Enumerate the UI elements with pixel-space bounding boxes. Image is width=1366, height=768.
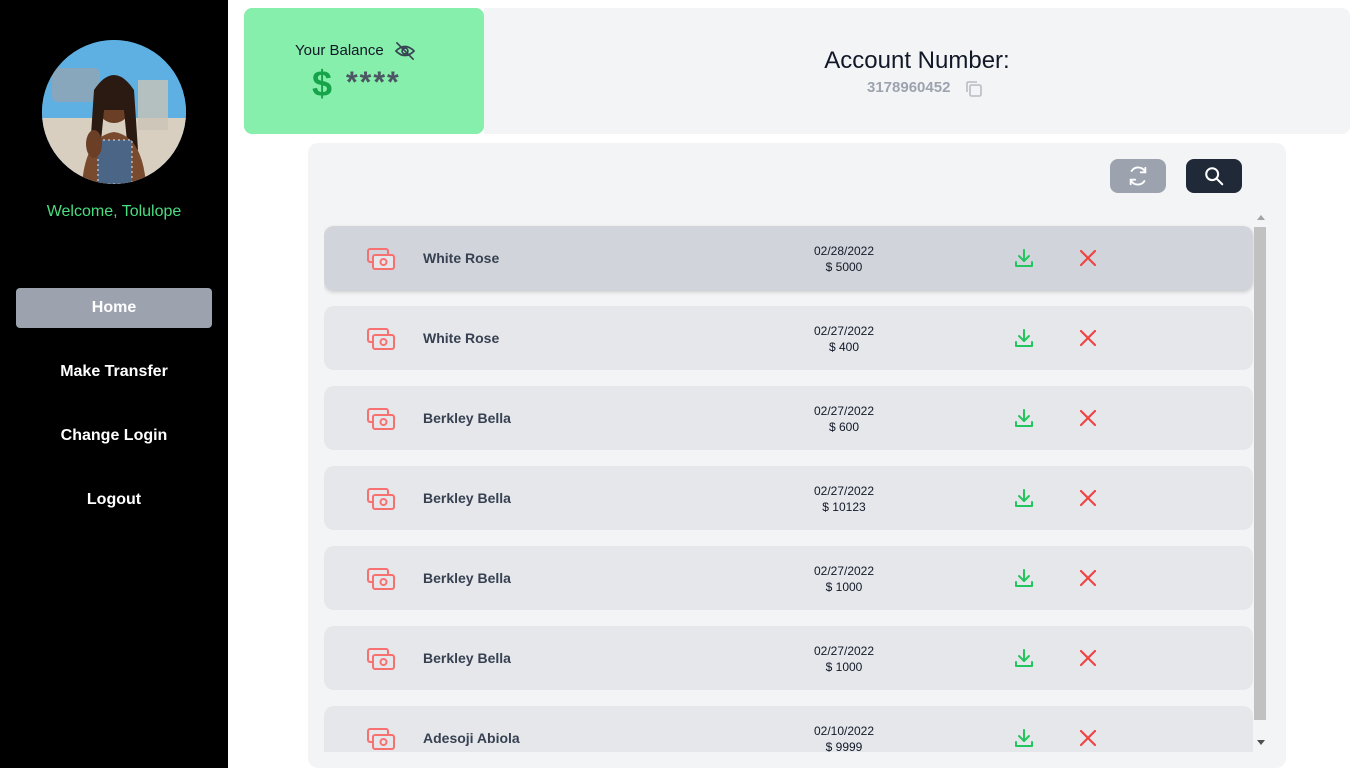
transaction-name: Adesoji Abiola: [423, 730, 520, 746]
transaction-name: Berkley Bella: [423, 570, 511, 586]
nav-make-transfer[interactable]: Make Transfer: [16, 352, 212, 392]
transaction-meta: 02/27/2022 $ 400: [784, 323, 904, 355]
account-number-value: 3178960452: [867, 79, 951, 96]
download-icon[interactable]: [1013, 727, 1035, 749]
money-icon: [366, 246, 396, 272]
transactions-panel: White Rose 02/28/2022 $ 5000 White Rose …: [308, 143, 1286, 768]
sidebar: Welcome, Tolulope Home Make Transfer Cha…: [0, 0, 228, 768]
refresh-icon: [1129, 166, 1147, 186]
download-icon[interactable]: [1013, 327, 1035, 349]
transaction-amount: $ 600: [828, 420, 860, 434]
download-icon[interactable]: [1013, 247, 1035, 269]
eye-off-icon[interactable]: [394, 41, 416, 61]
transaction-amount: $ 10123: [822, 500, 866, 514]
account-card: Account Number: 3178960452: [484, 8, 1350, 134]
transaction-date: 02/27/2022: [813, 564, 875, 578]
scroll-down-arrow-icon[interactable]: [1257, 740, 1265, 745]
transaction-meta: 02/27/2022 $ 10123: [784, 483, 904, 515]
account-number-title: Account Number:: [824, 47, 1010, 74]
transaction-meta: 02/27/2022 $ 1000: [784, 643, 904, 675]
transaction-date: 02/27/2022: [813, 404, 875, 418]
transaction-amount: $ 9999: [825, 740, 863, 752]
search-button[interactable]: [1186, 159, 1242, 193]
download-icon[interactable]: [1013, 487, 1035, 509]
transaction-date: 02/10/2022: [813, 724, 875, 738]
transaction-meta: 02/27/2022 $ 1000: [784, 563, 904, 595]
transaction-name: White Rose: [423, 330, 500, 346]
delete-icon[interactable]: [1079, 489, 1097, 507]
download-icon[interactable]: [1013, 647, 1035, 669]
money-icon: [366, 326, 396, 352]
currency-symbol: $: [312, 63, 333, 104]
scroll-thumb[interactable]: [1254, 227, 1266, 720]
delete-icon[interactable]: [1079, 569, 1097, 587]
refresh-button[interactable]: [1110, 159, 1166, 193]
transaction-meta: 02/10/2022 $ 9999: [784, 723, 904, 752]
scroll-up-arrow-icon[interactable]: [1257, 215, 1265, 220]
transaction-date: 02/27/2022: [813, 484, 875, 498]
transaction-amount: $ 400: [828, 340, 860, 354]
delete-icon[interactable]: [1079, 409, 1097, 427]
transaction-amount: $ 1000: [825, 660, 863, 674]
transaction-list-items: White Rose 02/28/2022 $ 5000 White Rose …: [324, 226, 1253, 752]
avatar-photo: [42, 40, 186, 184]
transaction-date: 02/27/2022: [813, 644, 875, 658]
transaction-meta: 02/28/2022 $ 5000: [784, 243, 904, 275]
balance-card: Your Balance $ ****: [244, 8, 484, 134]
transaction-date: 02/28/2022: [813, 244, 875, 258]
delete-icon[interactable]: [1079, 329, 1097, 347]
search-icon: [1205, 167, 1224, 186]
delete-icon[interactable]: [1079, 729, 1097, 747]
transaction-row[interactable]: Berkley Bella 02/27/2022 $ 10123: [324, 466, 1253, 530]
scrollbar[interactable]: [1254, 213, 1268, 751]
delete-icon[interactable]: [1079, 249, 1097, 267]
transaction-name: Berkley Bella: [423, 490, 511, 506]
transaction-row[interactable]: White Rose 02/27/2022 $ 400: [324, 306, 1253, 370]
welcome-text: Welcome, Tolulope: [46, 203, 182, 220]
avatar: [42, 40, 186, 184]
transaction-row[interactable]: Berkley Bella 02/27/2022 $ 1000: [324, 546, 1253, 610]
money-icon: [366, 566, 396, 592]
download-icon[interactable]: [1013, 407, 1035, 429]
transaction-list[interactable]: White Rose 02/28/2022 $ 5000 White Rose …: [324, 219, 1254, 752]
delete-icon[interactable]: [1079, 649, 1097, 667]
transaction-name: White Rose: [423, 250, 500, 266]
nav-change-login[interactable]: Change Login: [16, 416, 212, 456]
transaction-row[interactable]: Adesoji Abiola 02/10/2022 $ 9999: [324, 706, 1253, 752]
transaction-row[interactable]: Berkley Bella 02/27/2022 $ 600: [324, 386, 1253, 450]
copy-icon[interactable]: [964, 79, 984, 99]
transaction-amount: $ 5000: [825, 260, 863, 274]
money-icon: [366, 726, 396, 752]
balance-label: Your Balance: [295, 42, 384, 59]
transaction-amount: $ 1000: [825, 580, 863, 594]
download-icon[interactable]: [1013, 567, 1035, 589]
money-icon: [366, 406, 396, 432]
transaction-name: Berkley Bella: [423, 650, 511, 666]
nav-home[interactable]: Home: [16, 288, 212, 328]
nav-logout[interactable]: Logout: [16, 480, 212, 520]
transaction-row[interactable]: Berkley Bella 02/27/2022 $ 1000: [324, 626, 1253, 690]
transaction-meta: 02/27/2022 $ 600: [784, 403, 904, 435]
transaction-date: 02/27/2022: [813, 324, 875, 338]
transaction-row[interactable]: White Rose 02/28/2022 $ 5000: [324, 226, 1253, 290]
money-icon: [366, 486, 396, 512]
money-icon: [366, 646, 396, 672]
app-root: Welcome, Tolulope Home Make Transfer Cha…: [0, 0, 1366, 768]
balance-value: ****: [346, 66, 401, 99]
transaction-name: Berkley Bella: [423, 410, 511, 426]
